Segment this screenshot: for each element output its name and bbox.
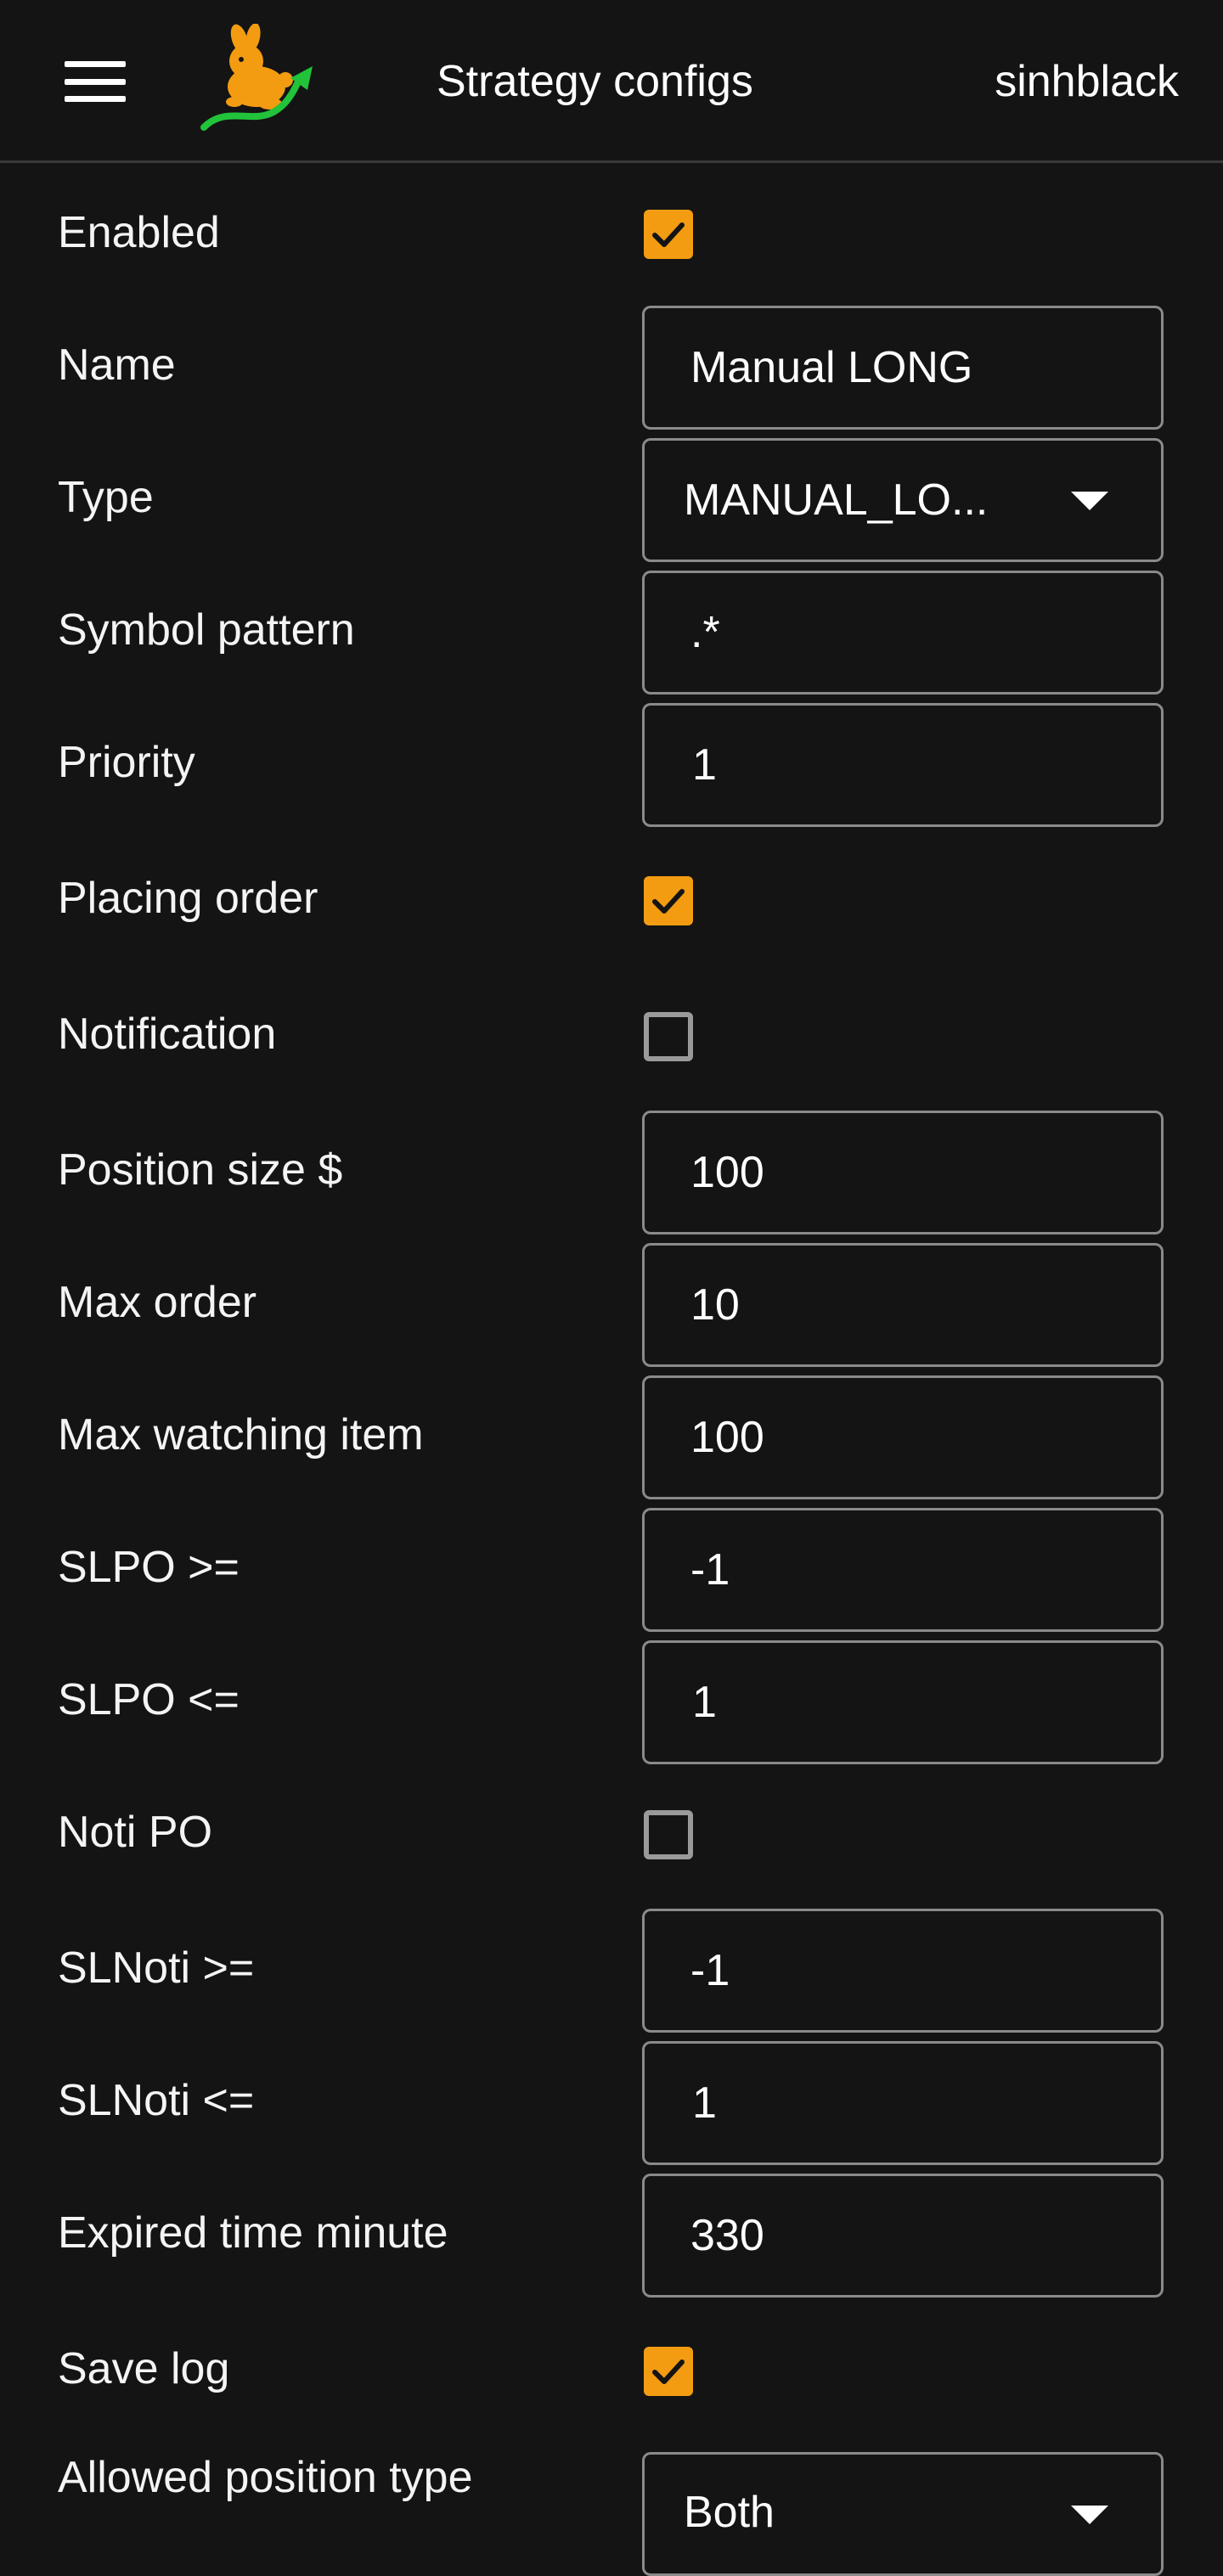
- max-watching-item-input-value: 100: [690, 1413, 764, 1462]
- slnoti-gte-input[interactable]: -1: [642, 1909, 1164, 2033]
- user-account-name[interactable]: sinhblack: [995, 49, 1179, 114]
- priority-input[interactable]: 1: [642, 703, 1164, 827]
- name-label: Name: [58, 340, 176, 390]
- slpo-lte-input-value: 1: [692, 1678, 717, 1727]
- hamburger-menu-icon: [65, 61, 126, 102]
- slnoti-lte-label: SLNoti <=: [58, 2076, 255, 2125]
- slpo-gte-input-value: -1: [690, 1545, 730, 1595]
- placing-order-label: Placing order: [58, 874, 318, 923]
- notification-checkbox[interactable]: [644, 1012, 693, 1061]
- notification-label: Notification: [58, 1010, 277, 1059]
- position-size-input[interactable]: 100: [642, 1111, 1164, 1235]
- checkmark-icon: [652, 889, 685, 914]
- expired-time-minute-input-value: 330: [690, 2211, 764, 2260]
- slnoti-lte-input-value: 1: [692, 2078, 717, 2128]
- save-log-label: Save log: [58, 2344, 230, 2393]
- name-input[interactable]: Manual LONG: [642, 306, 1164, 430]
- allowed-position-type-label: Allowed position type: [58, 2453, 473, 2502]
- position-size-input-value: 100: [690, 1148, 764, 1197]
- menu-button[interactable]: [48, 48, 143, 115]
- page-title: Strategy configs: [437, 57, 753, 106]
- max-watching-item-input[interactable]: 100: [642, 1375, 1164, 1499]
- placing-order-checkbox[interactable]: [644, 876, 693, 925]
- slpo-gte-input[interactable]: -1: [642, 1508, 1164, 1632]
- checkmark-icon: [652, 2359, 685, 2384]
- slnoti-gte-label: SLNoti >=: [58, 1943, 255, 1993]
- rabbit-logo-icon[interactable]: [200, 24, 314, 134]
- symbol-pattern-input-value: .*: [690, 608, 720, 657]
- expired-time-minute-label: Expired time minute: [58, 2208, 448, 2258]
- enabled-checkbox[interactable]: [644, 210, 693, 259]
- priority-input-value: 1: [692, 740, 717, 790]
- type-label: Type: [58, 473, 154, 522]
- max-watching-item-label: Max watching item: [58, 1410, 424, 1460]
- symbol-pattern-label: Symbol pattern: [58, 605, 355, 655]
- expired-time-minute-input[interactable]: 330: [642, 2174, 1164, 2298]
- noti-po-checkbox[interactable]: [644, 1810, 693, 1859]
- priority-label: Priority: [58, 738, 195, 787]
- slpo-lte-label: SLPO <=: [58, 1675, 240, 1724]
- enabled-label: Enabled: [58, 208, 220, 257]
- noti-po-label: Noti PO: [58, 1808, 213, 1857]
- slpo-gte-label: SLPO >=: [58, 1543, 240, 1592]
- symbol-pattern-input[interactable]: .*: [642, 571, 1164, 695]
- chevron-down-icon: [1071, 2506, 1108, 2524]
- allowed-position-type-select[interactable]: Both: [642, 2452, 1164, 2576]
- allowed-position-type-value: Both: [684, 2488, 775, 2537]
- app-bar: Strategy configs sinhblack: [0, 0, 1223, 163]
- type-select[interactable]: MANUAL_LO...: [642, 438, 1164, 562]
- max-order-input-value: 10: [690, 1280, 740, 1330]
- slnoti-lte-input[interactable]: 1: [642, 2041, 1164, 2165]
- save-log-checkbox[interactable]: [644, 2347, 693, 2396]
- slnoti-gte-input-value: -1: [690, 1946, 730, 1995]
- position-size-label: Position size $: [58, 1145, 343, 1195]
- name-input-value: Manual LONG: [690, 343, 973, 392]
- max-order-input[interactable]: 10: [642, 1243, 1164, 1367]
- checkmark-icon: [652, 222, 685, 247]
- chevron-down-icon: [1071, 492, 1108, 510]
- type-select-value: MANUAL_LO...: [684, 475, 989, 525]
- max-order-label: Max order: [58, 1278, 257, 1327]
- slpo-lte-input[interactable]: 1: [642, 1640, 1164, 1764]
